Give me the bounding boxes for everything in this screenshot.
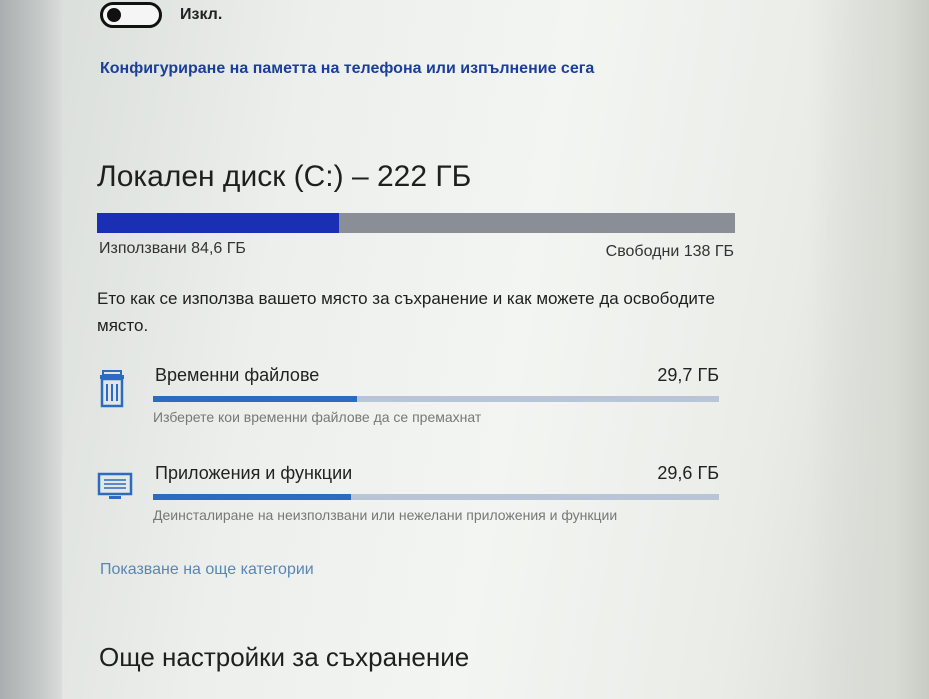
category-size: 29,6 ГБ	[657, 463, 719, 483]
disk-usage-bar-fill	[97, 213, 340, 233]
category-name: Приложения и функции	[155, 463, 353, 483]
more-storage-settings-heading: Още настройки за съхранение	[99, 642, 470, 672]
used-space-label: Използвани 84,6 ГБ	[99, 240, 246, 257]
category-size: 29,7 ГБ	[657, 365, 719, 385]
category-usage-bar-fill	[153, 494, 352, 500]
category-name: Временни файлове	[155, 365, 320, 385]
screen-bezel-left	[0, 0, 62, 699]
show-more-categories-link[interactable]: Показване на още категории	[100, 561, 314, 579]
category-usage-bar-fill	[153, 396, 357, 402]
category-description: Деинсталиране на неизползвани или нежела…	[153, 507, 618, 523]
trash-icon	[97, 369, 127, 408]
toggle-state-label: Изкл.	[180, 6, 223, 23]
storage-sense-toggle[interactable]	[100, 2, 162, 28]
free-space-label: Свободни 138 ГБ	[605, 243, 734, 260]
screen-glare-right	[809, 0, 929, 699]
storage-sense-toggle-row: Изкл.	[100, 2, 222, 28]
category-usage-bar	[153, 396, 719, 402]
toggle-knob	[107, 8, 121, 22]
configure-storage-link[interactable]: Конфигуриране на паметта на телефона или…	[100, 60, 594, 78]
category-description: Изберете кои временни файлове да се прем…	[153, 409, 482, 425]
monitor-icon	[97, 471, 133, 509]
storage-description: Ето как се използва вашето място за съхр…	[97, 289, 715, 335]
disk-title: Локален диск (C:) – 222 ГБ	[97, 160, 472, 193]
category-usage-bar	[153, 494, 719, 500]
disk-usage-bar	[97, 213, 735, 233]
